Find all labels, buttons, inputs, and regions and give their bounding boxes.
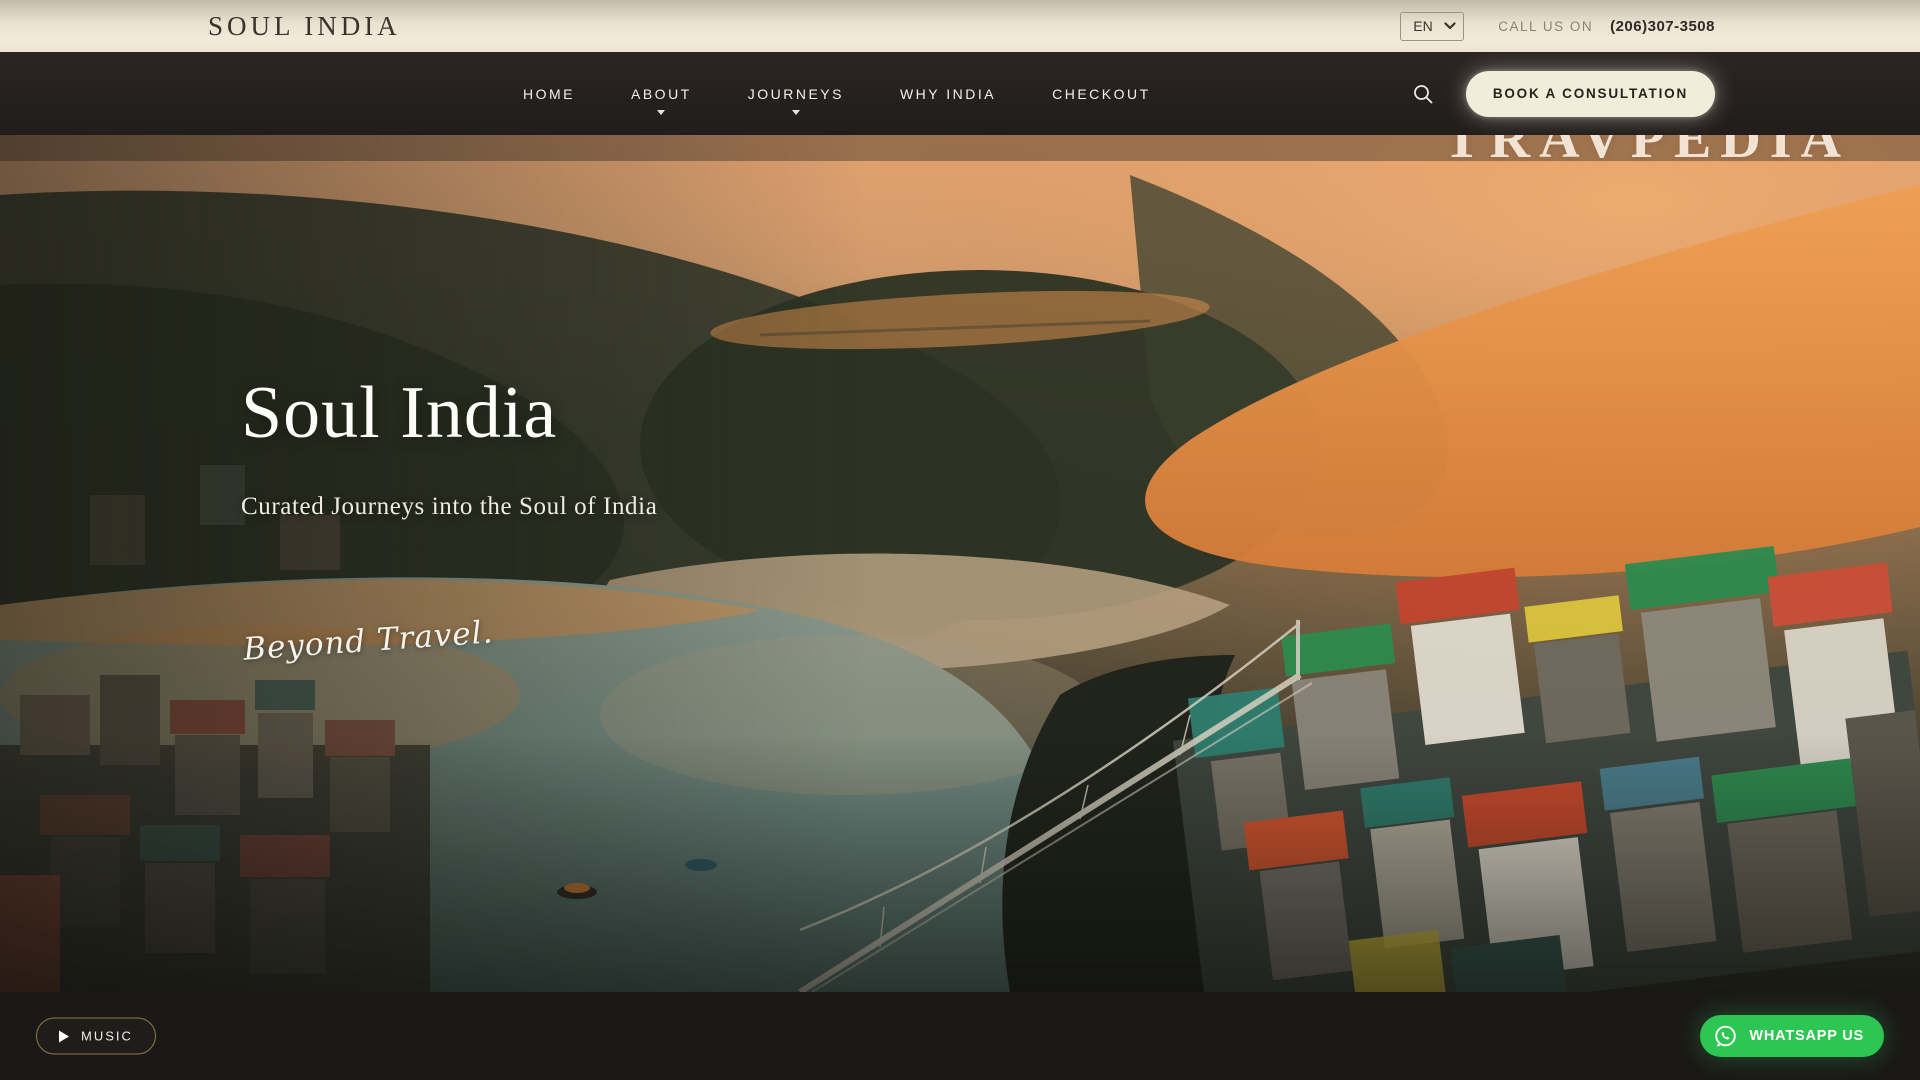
nav-label: CHECKOUT [1052,73,1151,101]
search-icon[interactable] [1406,77,1440,111]
whatsapp-label: WHATSAPP US [1749,1028,1864,1044]
music-label: MUSIC [81,1029,133,1044]
nav-links: HOME ABOUT JOURNEYS WHY INDIA CHECKOUT [523,73,1151,115]
book-consultation-button[interactable]: BOOK A CONSULTATION [1466,71,1715,117]
language-select-wrap: EN [1400,12,1464,41]
hero-image [0,135,1920,992]
nav-label: HOME [523,73,575,101]
main-nav: HOME ABOUT JOURNEYS WHY INDIA CHECKOUT B… [0,52,1920,135]
topbar-right-group: EN CALL US ON (206)307-3508 [1400,12,1715,41]
hero-vignette-bottom [0,135,1920,992]
call-us-label: CALL US ON [1498,19,1593,34]
music-button[interactable]: MUSIC [36,1018,156,1055]
play-icon [59,1030,69,1042]
nav-label: ABOUT [631,73,692,101]
travpedia-watermark: TRAVPEDIA [1443,135,1850,171]
hero-title: Soul India [241,371,557,456]
nav-label: WHY INDIA [900,73,996,101]
nav-item-home[interactable]: HOME [523,73,575,115]
bottom-bar: MUSIC WHATSAPP US [0,992,1920,1080]
nav-item-journeys[interactable]: JOURNEYS [748,73,844,115]
language-select[interactable]: EN [1400,12,1464,41]
nav-item-checkout[interactable]: CHECKOUT [1052,73,1151,115]
phone-number[interactable]: (206)307-3508 [1610,18,1715,35]
chevron-down-icon [792,110,800,115]
whatsapp-button[interactable]: WHATSAPP US [1700,1015,1884,1057]
hero-section: TRAVPEDIA Soul India Curated Journeys in… [0,135,1920,992]
nav-right-group: BOOK A CONSULTATION [1406,71,1715,117]
site-logo[interactable]: SOUL INDIA [208,11,401,42]
nav-item-about[interactable]: ABOUT [631,73,692,115]
nav-label: JOURNEYS [748,73,844,101]
nav-item-why-india[interactable]: WHY INDIA [900,73,996,115]
chevron-down-icon [657,110,665,115]
hero-subtitle: Curated Journeys into the Soul of India [241,493,657,521]
whatsapp-icon [1712,1023,1739,1050]
top-bar: SOUL INDIA EN CALL US ON (206)307-3508 [0,0,1920,52]
